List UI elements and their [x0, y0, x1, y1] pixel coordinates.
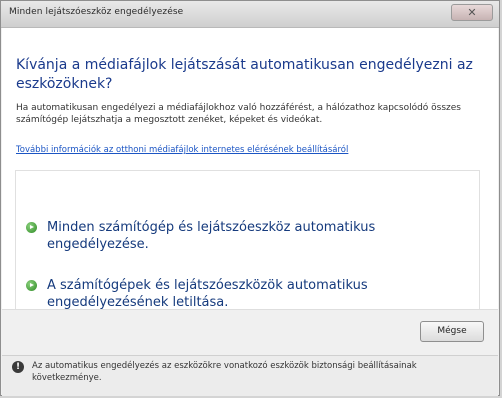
- option-label: Minden számítógép és lejátszóeszköz auto…: [47, 220, 376, 252]
- cancel-button[interactable]: Mégse: [420, 321, 484, 342]
- green-arrow-icon: [26, 222, 37, 233]
- more-info-link[interactable]: További információk az otthoni médiafájl…: [16, 145, 486, 155]
- description-text: Ha automatikusan engedélyezi a médiafájl…: [16, 103, 461, 125]
- info-text: Az automatikus engedélyezés az eszközökr…: [32, 361, 417, 383]
- info-bar: ! Az automatikus engedélyezés az eszközö…: [2, 355, 498, 396]
- option-label: A számítógépek és lejátszóeszközök autom…: [47, 278, 368, 310]
- options-panel: Minden számítógép és lejátszóeszköz auto…: [15, 170, 480, 324]
- title-bar[interactable]: Minden lejátszóeszköz engedélyezése ✕: [1, 1, 499, 28]
- main-question: Kívánja a médiafájlok lejátszását automa…: [16, 57, 473, 92]
- dialog-window: Minden lejátszóeszköz engedélyezése ✕ Kí…: [0, 0, 500, 396]
- window-title: Minden lejátszóeszköz engedélyezése: [9, 7, 184, 17]
- dialog-content: Kívánja a médiafájlok lejátszását automa…: [2, 28, 498, 324]
- close-icon: ✕: [467, 6, 477, 19]
- info-icon: !: [12, 361, 24, 373]
- button-bar: Mégse: [2, 309, 498, 356]
- green-arrow-icon: [26, 280, 37, 291]
- close-button[interactable]: ✕: [451, 4, 493, 21]
